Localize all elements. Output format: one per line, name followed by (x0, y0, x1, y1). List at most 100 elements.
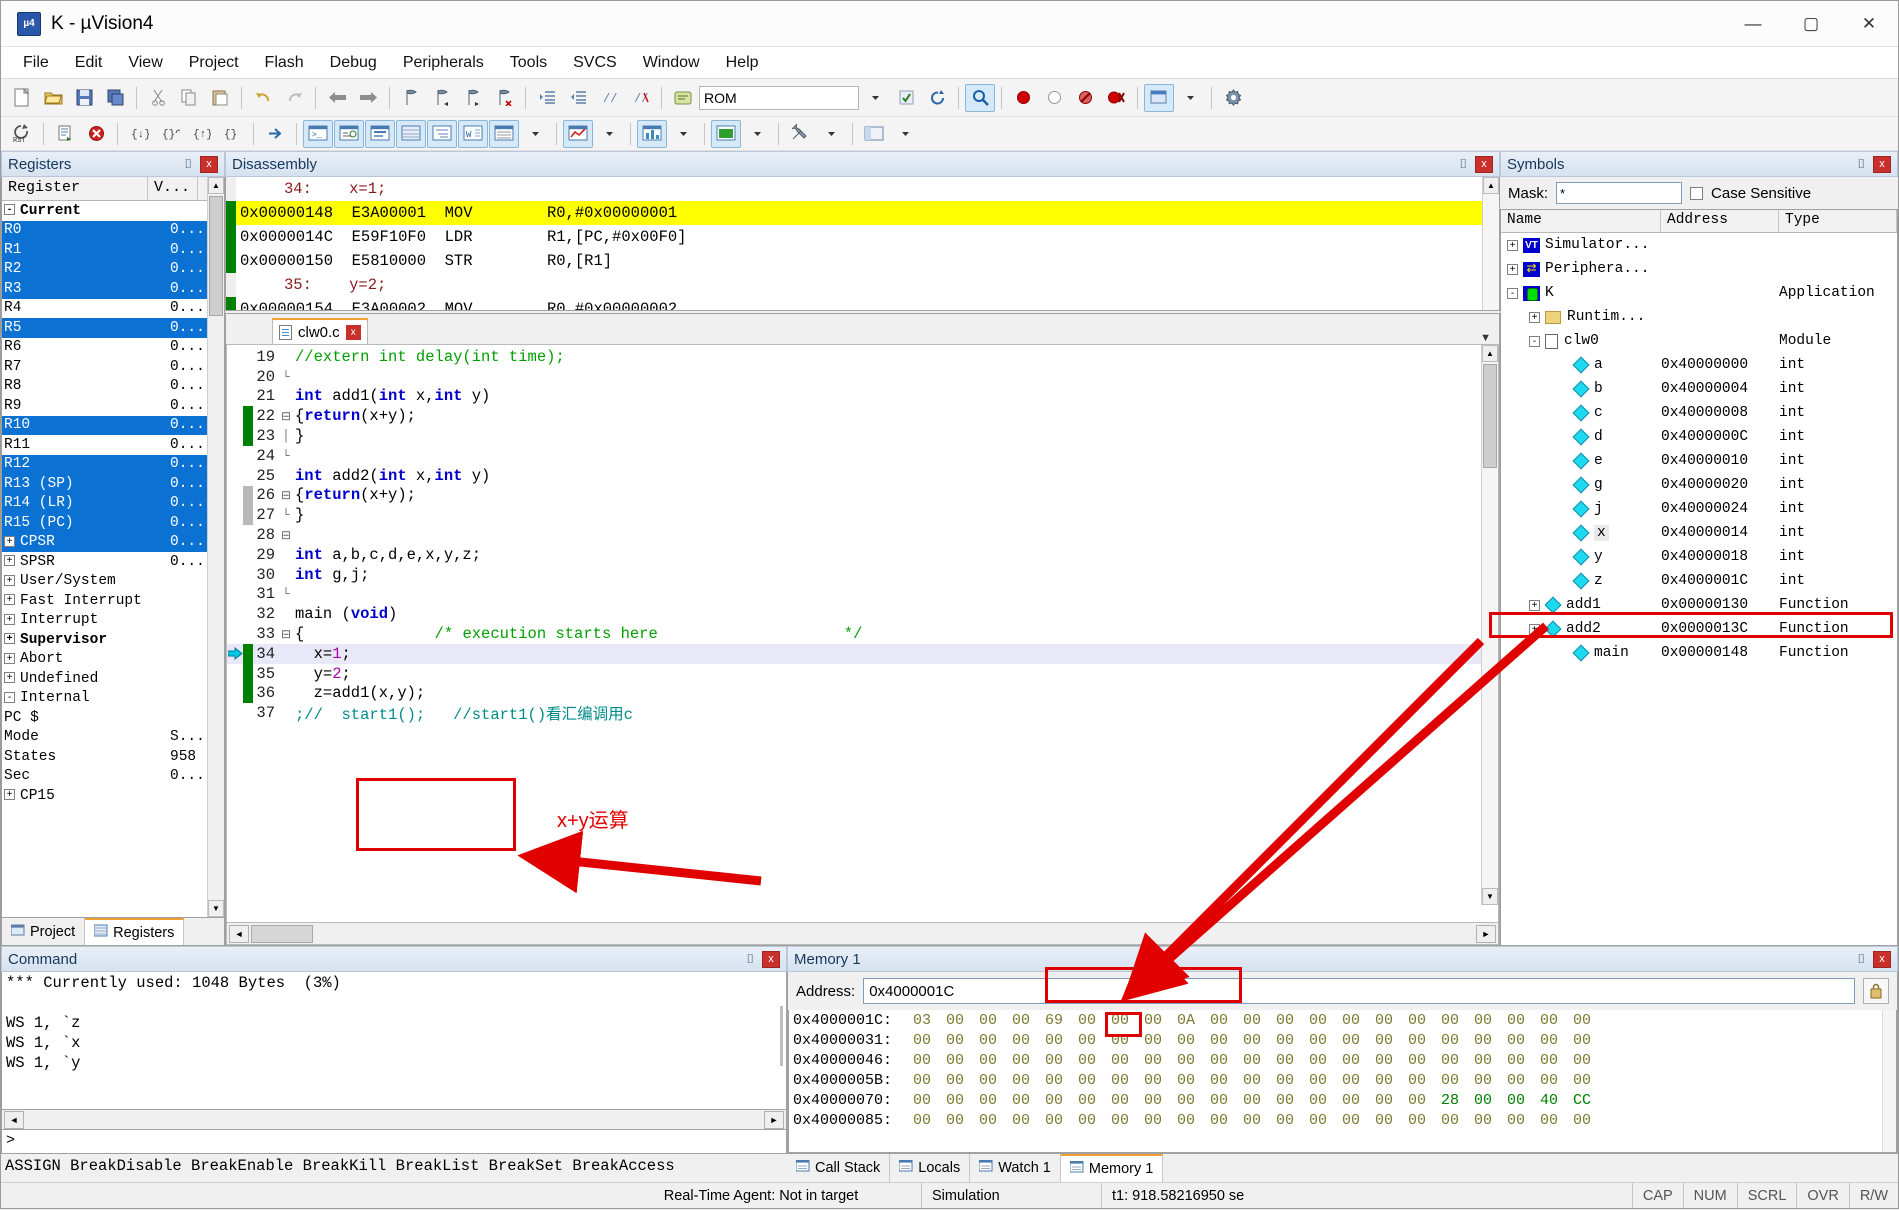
memory-byte[interactable]: 00 (1012, 1112, 1045, 1129)
memory-byte[interactable]: 00 (1375, 1072, 1408, 1089)
insert-breakpoint-icon[interactable] (1008, 84, 1038, 112)
left-tab-project[interactable]: Project (2, 918, 85, 945)
memory-byte[interactable]: 00 (1342, 1072, 1375, 1089)
memory-byte[interactable]: 00 (1177, 1032, 1210, 1049)
code-line[interactable]: 28⊟ (227, 525, 1498, 545)
watch-window-icon[interactable]: W (458, 120, 488, 148)
disassembly-line[interactable]: 0x00000148 E3A00001 MOV R0,#0x00000001 (226, 201, 1499, 225)
memory-byte[interactable]: 00 (913, 1092, 946, 1109)
memory-byte[interactable]: 00 (1507, 1052, 1540, 1069)
memory-byte[interactable]: 00 (1144, 1032, 1177, 1049)
expand-icon[interactable]: + (4, 614, 15, 625)
code-line[interactable]: 21int add1(int x,int y) (227, 387, 1498, 407)
register-row[interactable]: R100... (2, 416, 224, 436)
bookmark-toggle-icon[interactable] (396, 84, 426, 112)
memory-byte[interactable]: 03 (913, 1012, 946, 1029)
scroll-thumb[interactable] (209, 196, 223, 316)
memory-byte[interactable]: 00 (1309, 1072, 1342, 1089)
memory-tab-call-stack[interactable]: Call Stack (787, 1154, 890, 1182)
memory-byte[interactable]: 00 (1276, 1112, 1309, 1129)
mask-input[interactable] (1556, 182, 1682, 204)
editor-hscrollbar[interactable]: ◄ ► (226, 923, 1499, 945)
memory-byte[interactable]: 00 (1375, 1092, 1408, 1109)
target-options-icon[interactable] (668, 84, 698, 112)
run-to-cursor-icon[interactable] (50, 120, 80, 148)
memory-byte[interactable]: 00 (1111, 1092, 1144, 1109)
symbol-row[interactable]: +Periphera... (1501, 257, 1897, 281)
register-row[interactable]: -Internal (2, 689, 224, 709)
scroll-down-icon[interactable]: ▼ (1482, 888, 1498, 905)
step-into-icon[interactable]: {↓} (124, 120, 154, 148)
kill-breakpoint-icon[interactable] (1039, 84, 1069, 112)
memory-byte[interactable]: 00 (1012, 1032, 1045, 1049)
memory-byte[interactable]: 00 (1144, 1112, 1177, 1129)
memory-byte[interactable]: 00 (1540, 1112, 1573, 1129)
memory-row[interactable]: 0x40000031:00000000000000000000000000000… (789, 1030, 1896, 1050)
memory-row[interactable]: 0x40000046:00000000000000000000000000000… (789, 1050, 1896, 1070)
code-line[interactable]: 32main (void) (227, 604, 1498, 624)
symbol-row[interactable]: a0x40000000int (1501, 353, 1897, 377)
expand-icon[interactable]: + (4, 594, 15, 605)
memory-byte[interactable]: 00 (1309, 1112, 1342, 1129)
expand-icon[interactable]: + (4, 672, 15, 683)
memory-byte[interactable]: 00 (1243, 1012, 1276, 1029)
fold-icon[interactable]: └ (279, 449, 293, 463)
uncomment-icon[interactable]: // (625, 84, 655, 112)
memory-byte[interactable]: 00 (1309, 1052, 1342, 1069)
indent-icon[interactable] (532, 84, 562, 112)
memory-byte[interactable]: 00 (1045, 1052, 1078, 1069)
register-row[interactable]: PC $ (2, 708, 224, 728)
register-row[interactable]: +SPSR0... (2, 552, 224, 572)
symbol-row[interactable]: +Runtim... (1501, 305, 1897, 329)
register-row[interactable]: R00... (2, 221, 224, 241)
memory-byte[interactable]: 00 (979, 1012, 1012, 1029)
memory-byte[interactable]: 00 (913, 1112, 946, 1129)
register-row[interactable]: R50... (2, 318, 224, 338)
memory-byte[interactable]: 00 (1045, 1072, 1078, 1089)
code-line[interactable]: 25int add2(int x,int y) (227, 466, 1498, 486)
register-row[interactable]: R70... (2, 357, 224, 377)
symbol-row[interactable]: x0x40000014int (1501, 521, 1897, 545)
disassembly-line[interactable]: 35: y=2; (226, 273, 1499, 297)
register-row[interactable]: -Current (2, 201, 224, 221)
expand-icon[interactable]: + (4, 653, 15, 664)
symbol-row[interactable]: main0x00000148Function (1501, 641, 1897, 665)
register-row[interactable]: +Undefined (2, 669, 224, 689)
memory-byte[interactable]: 00 (913, 1072, 946, 1089)
register-row[interactable]: R120... (2, 455, 224, 475)
collapse-icon[interactable]: - (4, 692, 15, 703)
collapse-icon[interactable]: - (4, 204, 15, 215)
memory-byte[interactable]: 00 (979, 1032, 1012, 1049)
redo-icon[interactable] (279, 84, 309, 112)
expand-icon[interactable]: + (4, 633, 15, 644)
memory-byte[interactable]: 00 (1507, 1012, 1540, 1029)
disassembly-line[interactable]: 34: x=1; (226, 177, 1499, 201)
memory-byte[interactable]: 28 (1441, 1092, 1474, 1109)
memory-byte[interactable]: 00 (1177, 1112, 1210, 1129)
close-button[interactable]: ✕ (1840, 1, 1898, 46)
step-out-icon[interactable]: {↑} (186, 120, 216, 148)
components-arrow-icon[interactable] (1175, 84, 1205, 112)
symbol-row[interactable]: z0x4000001Cint (1501, 569, 1897, 593)
memory-byte[interactable]: 00 (1144, 1092, 1177, 1109)
expand-icon[interactable]: + (4, 536, 15, 547)
expand-icon[interactable]: + (1529, 600, 1540, 611)
register-row[interactable]: +Interrupt (2, 611, 224, 631)
memory-byte[interactable]: 00 (1474, 1112, 1507, 1129)
scroll-left-icon[interactable]: ◄ (4, 1111, 24, 1129)
memory-byte[interactable]: 00 (979, 1052, 1012, 1069)
register-row[interactable]: +Abort (2, 650, 224, 670)
memory-byte[interactable]: 00 (1408, 1032, 1441, 1049)
memory-byte[interactable]: 00 (1375, 1012, 1408, 1029)
expand-icon[interactable]: + (4, 789, 15, 800)
scroll-right-icon[interactable]: ► (764, 1111, 784, 1129)
disassembly-line[interactable]: 0x00000150 E5810000 STR R0,[R1] (226, 249, 1499, 273)
code-line[interactable]: 26⊟{return(x+y); (227, 486, 1498, 506)
memory-byte[interactable]: 00 (1507, 1032, 1540, 1049)
memory-byte[interactable]: 00 (1540, 1012, 1573, 1029)
manage-components-icon[interactable] (1144, 84, 1174, 112)
memory-byte[interactable]: 00 (1342, 1032, 1375, 1049)
comment-icon[interactable]: // (594, 84, 624, 112)
memory-byte[interactable]: 00 (1573, 1052, 1606, 1069)
outdent-icon[interactable] (563, 84, 593, 112)
